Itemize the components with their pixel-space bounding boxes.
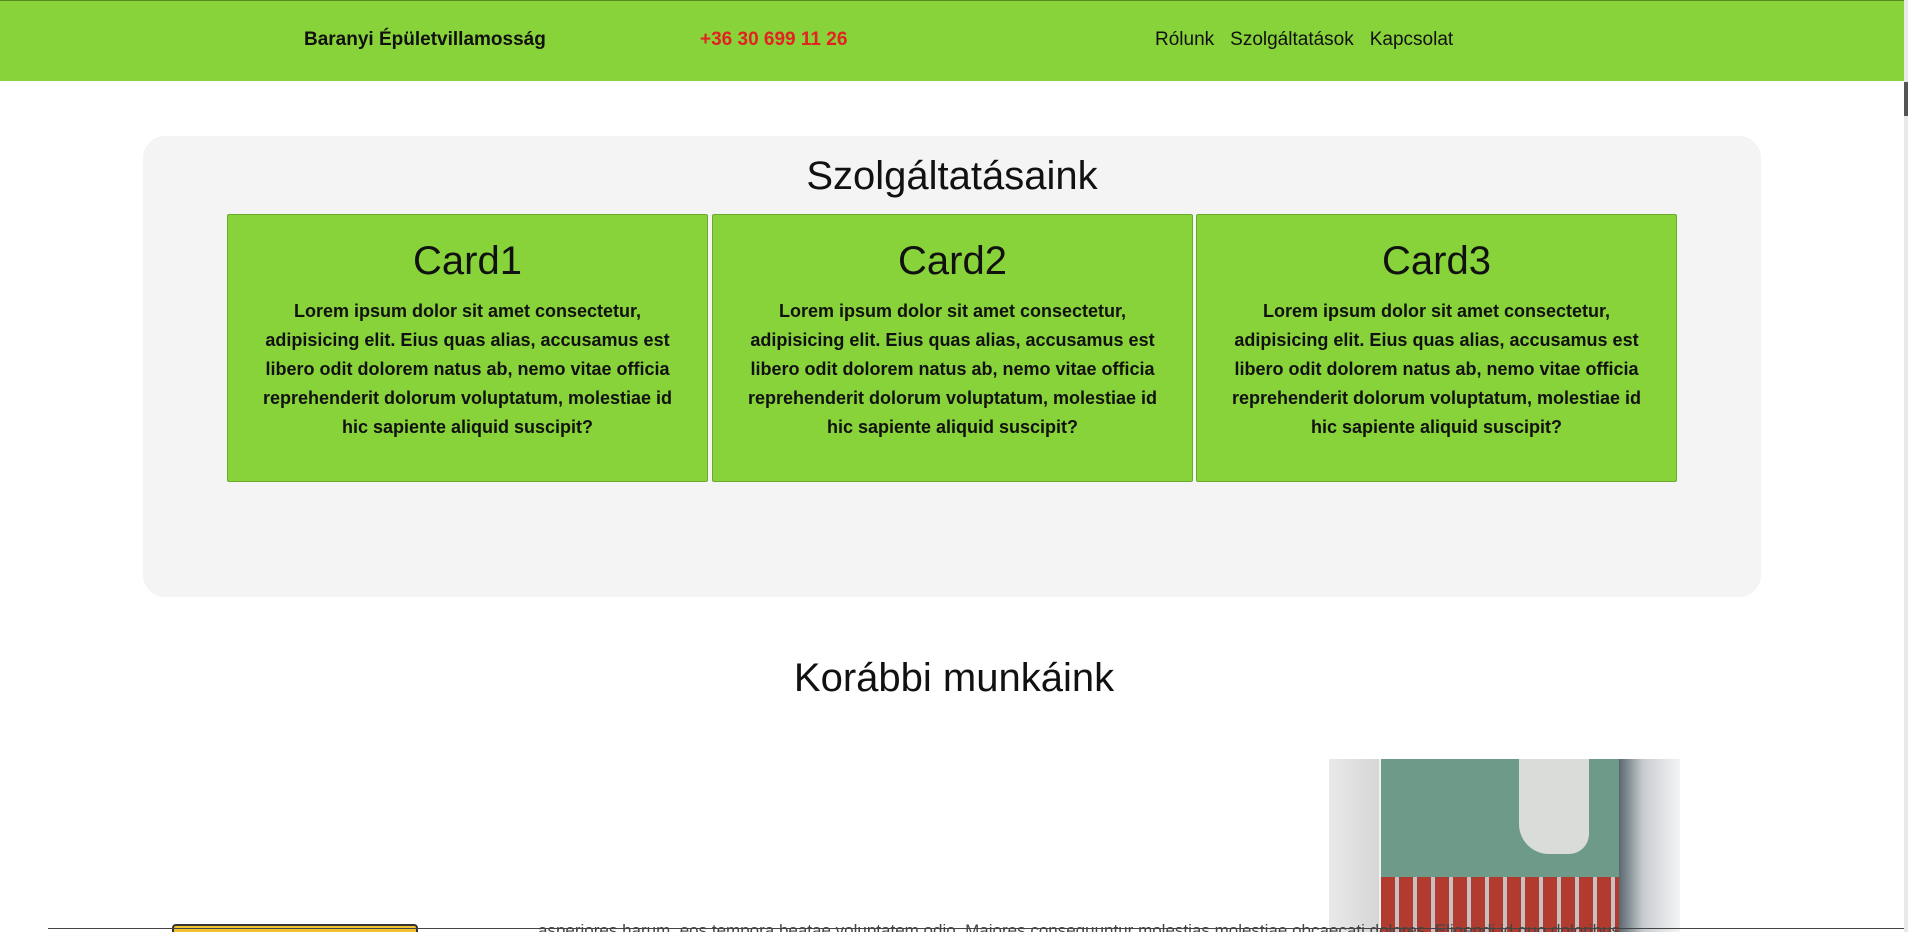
service-card: Card1 Lorem ipsum dolor sit amet consect… (227, 214, 708, 482)
services-title: Szolgáltatásaink (806, 154, 1098, 198)
card-title: Card1 (413, 239, 522, 283)
service-card: Card2 Lorem ipsum dolor sit amet consect… (712, 214, 1193, 482)
card-text: Lorem ipsum dolor sit amet consectetur, … (262, 301, 673, 437)
work-photo (1329, 759, 1680, 932)
card-text: Lorem ipsum dolor sit amet consectetur, … (747, 301, 1158, 437)
top-navbar: Baranyi Épületvillamosság +36 30 699 11 … (0, 0, 1904, 81)
services-section: Szolgáltatásaink Card1 Lorem ipsum dolor… (143, 136, 1761, 597)
brand-name[interactable]: Baranyi Épületvillamosság (304, 29, 546, 51)
service-card: Card3 Lorem ipsum dolor sit amet consect… (1196, 214, 1677, 482)
divider (48, 928, 1904, 929)
nav-link-rolunk[interactable]: Rólunk (1155, 29, 1214, 51)
work-description: asperiores harum, eos tempora beatae vol… (538, 921, 1621, 932)
card-title: Card3 (1382, 239, 1491, 283)
scrollbar-thumb[interactable] (1904, 82, 1908, 116)
nav-link-kapcsolat[interactable]: Kapcsolat (1370, 29, 1453, 51)
previous-works-title: Korábbi munkáink (793, 656, 1115, 700)
card-title: Card2 (898, 239, 1007, 283)
nav-link-szolgaltatasok[interactable]: Szolgáltatások (1230, 29, 1354, 51)
phone-number[interactable]: +36 30 699 11 26 (700, 29, 847, 51)
main-nav: Rólunk Szolgáltatások Kapcsolat (1155, 29, 1453, 51)
scrollbar[interactable] (1904, 0, 1908, 932)
card-text: Lorem ipsum dolor sit amet consectetur, … (1231, 301, 1642, 437)
